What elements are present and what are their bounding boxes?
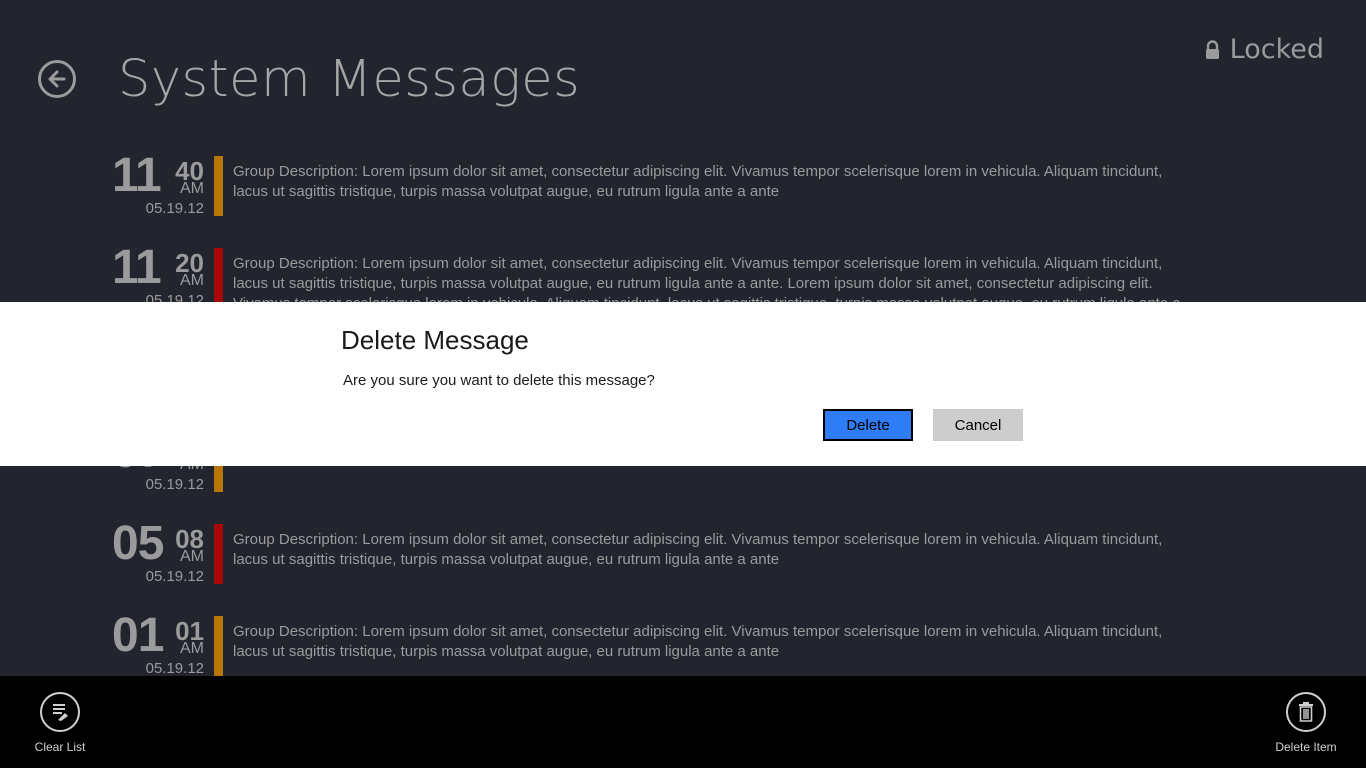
delete-item-button[interactable]: Delete Item bbox=[1261, 692, 1351, 754]
message-item[interactable]: 05 08 AM 05.19.12 Group Description: Lor… bbox=[110, 517, 1210, 594]
lock-label: Locked bbox=[1229, 34, 1324, 65]
delete-confirm-dialog: Delete Message Are you sure you want to … bbox=[0, 302, 1366, 466]
message-date: 05.19.12 bbox=[145, 660, 204, 677]
dialog-title: Delete Message bbox=[341, 325, 529, 355]
back-arrow-icon bbox=[48, 70, 66, 88]
message-time: 05 08 AM 05.19.12 bbox=[110, 517, 206, 594]
message-ampm: AM bbox=[180, 640, 204, 657]
message-date: 05.19.12 bbox=[145, 476, 204, 493]
message-time: 11 40 AM 05.19.12 bbox=[110, 149, 206, 226]
lock-icon bbox=[1205, 39, 1219, 59]
app-bar: Clear List Delete Item bbox=[0, 676, 1366, 768]
dialog-message: Are you sure you want to delete this mes… bbox=[343, 372, 655, 389]
delete-button[interactable]: Delete bbox=[823, 409, 913, 441]
message-date: 05.19.12 bbox=[145, 568, 204, 585]
message-hour: 11 bbox=[112, 149, 162, 202]
clear-list-label: Clear List bbox=[34, 740, 86, 754]
trash-icon bbox=[1299, 702, 1313, 722]
priority-bar bbox=[214, 156, 223, 216]
lock-status: Locked bbox=[1205, 34, 1324, 65]
message-hour: 05 bbox=[112, 517, 164, 570]
priority-bar bbox=[214, 616, 223, 676]
delete-item-circle bbox=[1286, 692, 1326, 732]
clear-list-icon bbox=[53, 704, 68, 721]
message-item[interactable]: 11 40 AM 05.19.12 Group Description: Lor… bbox=[110, 149, 1210, 226]
message-text: Group Description: Lorem ipsum dolor sit… bbox=[233, 163, 1163, 200]
page-title: System Messages bbox=[118, 50, 581, 109]
clear-list-circle bbox=[40, 692, 80, 732]
message-ampm: AM bbox=[180, 548, 204, 565]
message-text: Group Description: Lorem ipsum dolor sit… bbox=[233, 623, 1163, 660]
priority-bar bbox=[214, 248, 223, 308]
clear-list-button[interactable]: Clear List bbox=[15, 692, 105, 754]
delete-item-label: Delete Item bbox=[1275, 740, 1337, 754]
back-button[interactable] bbox=[38, 60, 76, 98]
message-hour: 11 bbox=[112, 241, 162, 294]
message-date: 05.19.12 bbox=[145, 200, 204, 217]
message-text: Group Description: Lorem ipsum dolor sit… bbox=[233, 531, 1163, 568]
message-ampm: AM bbox=[180, 272, 204, 289]
message-hour: 01 bbox=[112, 609, 164, 662]
message-ampm: AM bbox=[180, 180, 204, 197]
cancel-button[interactable]: Cancel bbox=[933, 409, 1023, 441]
priority-bar bbox=[214, 524, 223, 584]
